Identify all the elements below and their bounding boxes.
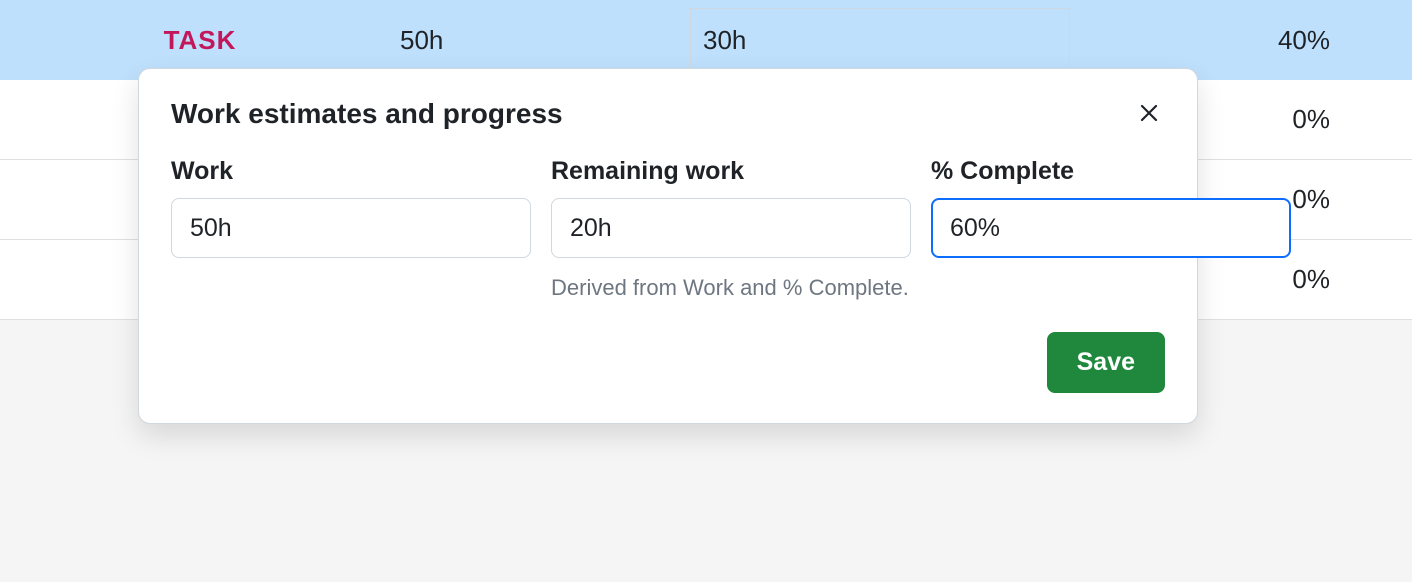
header-remaining-cell[interactable]: 30h <box>680 8 1070 72</box>
close-button[interactable] <box>1133 97 1165 131</box>
work-field-group: Work <box>171 157 531 304</box>
remaining-work-input[interactable] <box>551 198 911 258</box>
popover-actions: Save <box>171 332 1165 393</box>
header-percent-cell[interactable]: 40% <box>1070 25 1412 56</box>
remaining-helper-text: Derived from Work and % Complete. <box>551 272 911 304</box>
header-work-value: 50h <box>400 25 443 56</box>
work-estimates-popover: Work estimates and progress Work Remaini… <box>138 68 1198 424</box>
percent-field-group: % Complete <box>931 157 1291 304</box>
percent-complete-label: % Complete <box>931 157 1291 186</box>
task-label: TASK <box>164 25 237 56</box>
header-remaining-box[interactable]: 30h <box>690 8 1070 72</box>
work-input[interactable] <box>171 198 531 258</box>
close-icon <box>1137 101 1161 125</box>
percent-complete-input[interactable] <box>931 198 1291 258</box>
work-label: Work <box>171 157 531 186</box>
header-work-cell[interactable]: 50h <box>400 25 680 56</box>
header-task-cell: TASK <box>0 25 400 56</box>
popover-title: Work estimates and progress <box>171 98 563 130</box>
fields-row: Work Remaining work Derived from Work an… <box>171 157 1165 304</box>
remaining-field-group: Remaining work Derived from Work and % C… <box>551 157 911 304</box>
row-percent-value: 0% <box>1292 264 1330 295</box>
header-percent-value: 40% <box>1278 25 1330 56</box>
save-button[interactable]: Save <box>1047 332 1165 393</box>
row-percent-value: 0% <box>1292 104 1330 135</box>
remaining-work-label: Remaining work <box>551 157 911 186</box>
row-percent-value: 0% <box>1292 184 1330 215</box>
header-remaining-value: 30h <box>703 25 746 56</box>
popover-header: Work estimates and progress <box>171 97 1165 131</box>
